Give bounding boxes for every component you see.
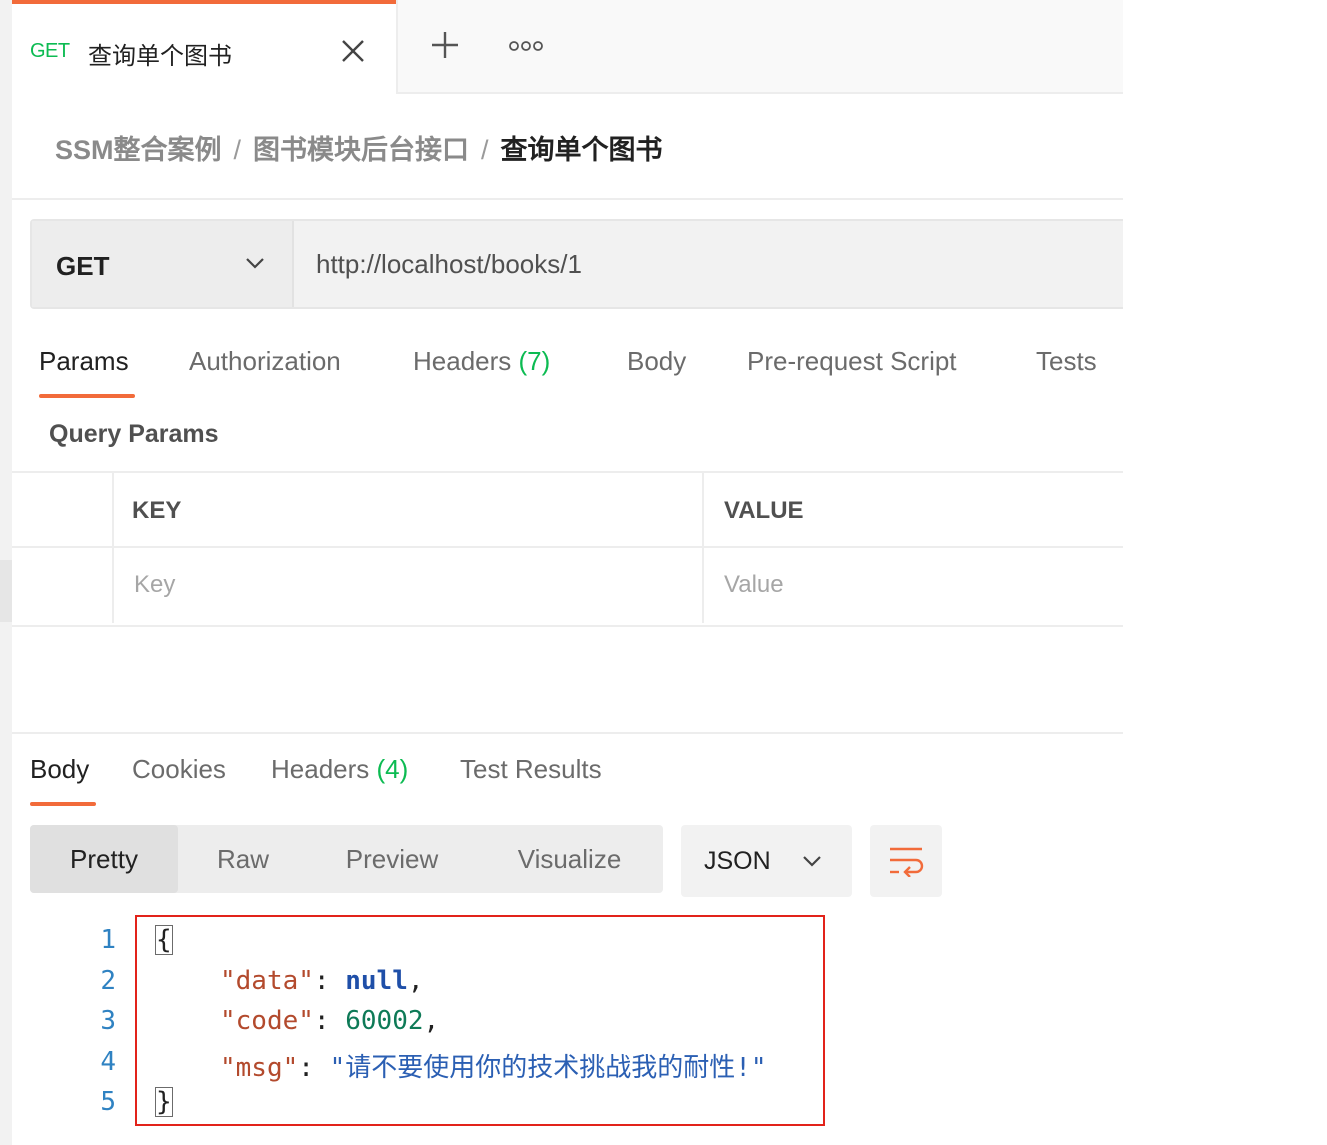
wrap-lines-icon: [890, 847, 924, 877]
tab-count-badge: (4): [376, 754, 409, 784]
response-tab-headers[interactable]: Headers (4): [271, 754, 408, 785]
tab-divider: [396, 0, 398, 92]
more-icon[interactable]: [508, 38, 544, 54]
response-tab-body[interactable]: Body: [30, 754, 89, 785]
breadcrumb-current: 查询单个图书: [500, 135, 663, 165]
tab-count-badge: (7): [518, 346, 551, 376]
key-column-header: KEY: [132, 497, 182, 524]
line-number: 3: [100, 1006, 116, 1036]
breadcrumb-separator: /: [233, 135, 242, 165]
tab-params[interactable]: Params: [39, 346, 129, 377]
url-bar: GET: [30, 219, 1123, 309]
request-tab-bar: GET 查询单个图书: [12, 0, 1123, 94]
line-number: 4: [100, 1047, 116, 1077]
url-input[interactable]: [294, 221, 1123, 307]
left-sidebar-edge-marker: [0, 560, 12, 622]
method-select-label: GET: [56, 251, 110, 281]
tab-body[interactable]: Body: [627, 346, 686, 377]
tab-label: Tests: [1036, 346, 1097, 376]
tab-label: Test Results: [460, 754, 602, 784]
tab-label: Headers: [413, 346, 512, 376]
divider: [12, 198, 1123, 200]
tab-label: Params: [39, 346, 129, 376]
response-tab-cookies[interactable]: Cookies: [132, 754, 226, 785]
tab-label: Body: [30, 754, 90, 784]
highlight-box: [135, 915, 825, 1126]
active-tab-indicator: [39, 394, 135, 398]
view-pretty-button[interactable]: Pretty: [30, 825, 178, 893]
tab-method-label: GET: [30, 40, 70, 62]
param-key-input[interactable]: [118, 551, 698, 619]
tab-label: Cookies: [132, 754, 226, 784]
response-divider: [12, 732, 1123, 734]
postman-window: GET 查询单个图书 SSM整合案例 / 图书模块后台接口 / 查询单个图书 GET: [0, 0, 1123, 1145]
breadcrumb-separator: /: [481, 135, 489, 165]
tab-tests[interactable]: Tests: [1036, 346, 1097, 377]
line-number: 1: [100, 925, 116, 955]
column-divider: [112, 473, 114, 623]
view-visualize-button[interactable]: Visualize: [476, 825, 663, 893]
tab-label: Body: [627, 346, 687, 376]
view-preview-button[interactable]: Preview: [308, 825, 476, 893]
tab-title: 查询单个图书: [88, 43, 232, 70]
line-number: 2: [100, 966, 116, 996]
row-divider: [12, 546, 1123, 548]
breadcrumb-folder[interactable]: 图书模块后台接口: [253, 135, 469, 165]
column-divider: [702, 473, 704, 623]
method-select[interactable]: GET: [32, 221, 294, 307]
active-tab-indicator: [30, 802, 96, 806]
param-value-input[interactable]: [708, 551, 1118, 619]
tab-label: Pre-request Script: [747, 346, 957, 376]
breadcrumb-collection[interactable]: SSM整合案例: [55, 135, 222, 165]
query-params-table: KEY VALUE: [12, 471, 1123, 627]
value-column-header: VALUE: [724, 497, 804, 524]
tab-headers[interactable]: Headers (7): [413, 346, 550, 377]
format-select-label: JSON: [704, 847, 771, 875]
response-tab-test-results[interactable]: Test Results: [460, 754, 602, 785]
format-select[interactable]: JSON: [681, 825, 852, 897]
view-raw-button[interactable]: Raw: [178, 825, 308, 893]
query-params-title: Query Params: [49, 420, 219, 448]
tab-label: Headers: [271, 754, 370, 784]
line-number: 5: [100, 1087, 116, 1117]
tab-authorization[interactable]: Authorization: [189, 346, 341, 377]
tab-label: Authorization: [189, 346, 341, 376]
tab-pre-request-script[interactable]: Pre-request Script: [747, 346, 957, 377]
view-mode-selector: Pretty Raw Preview Visualize: [30, 825, 663, 893]
request-tab[interactable]: GET 查询单个图书: [12, 0, 396, 94]
breadcrumb: SSM整合案例 / 图书模块后台接口 / 查询单个图书: [55, 128, 663, 167]
wrap-lines-button[interactable]: [870, 825, 942, 897]
chevron-down-icon: [246, 258, 264, 269]
chevron-down-icon: [803, 856, 821, 867]
close-icon[interactable]: [338, 36, 368, 66]
plus-icon[interactable]: [430, 30, 460, 60]
